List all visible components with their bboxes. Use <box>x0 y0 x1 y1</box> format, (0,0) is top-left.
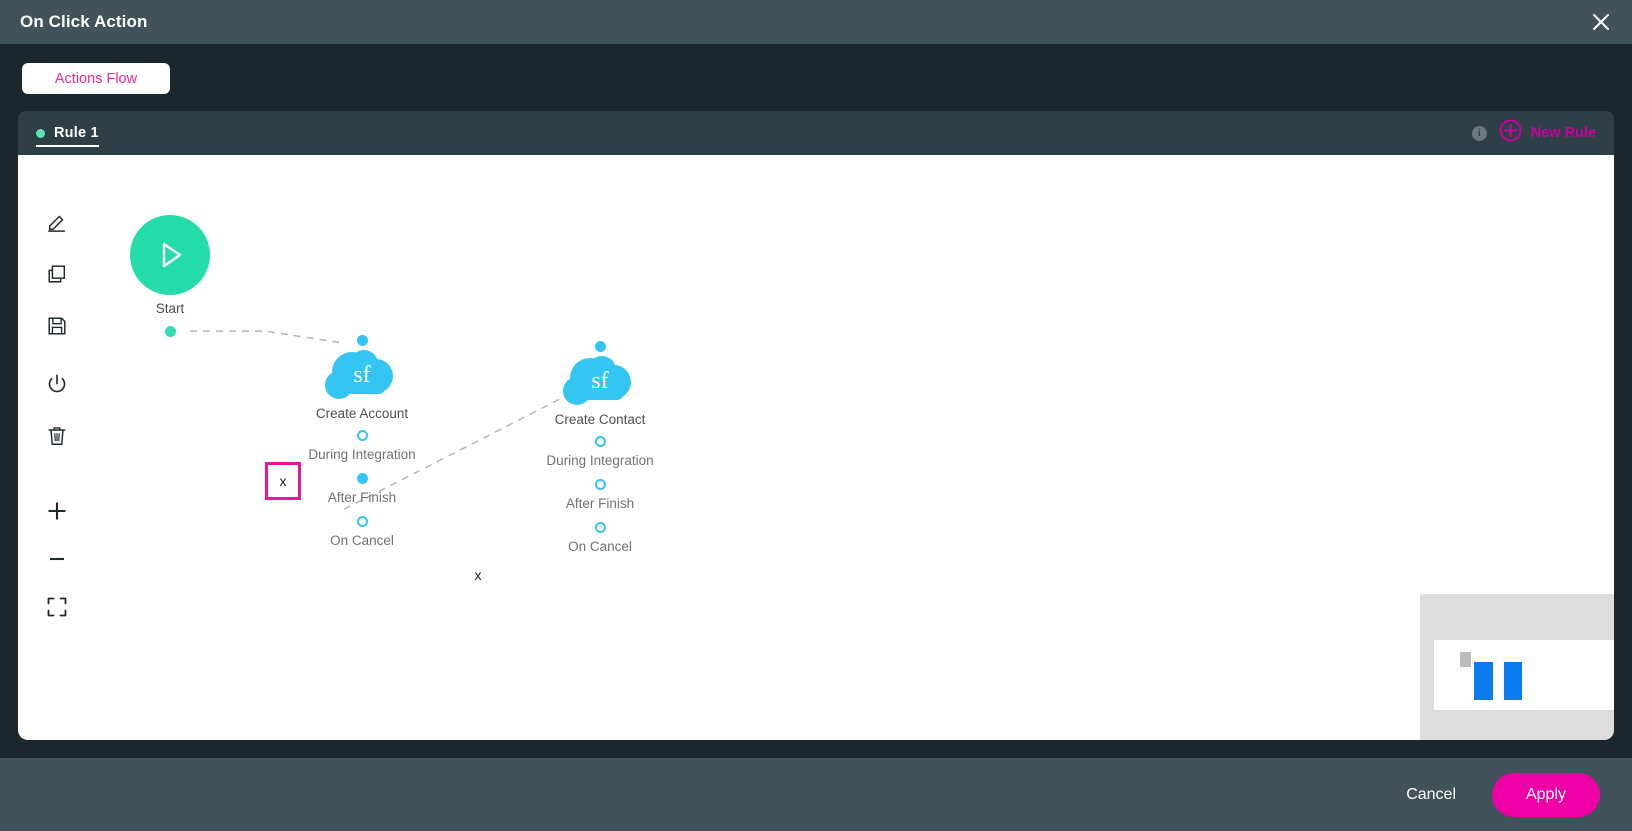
node-create-contact[interactable]: sf Create Contact During Integration Aft… <box>520 341 680 556</box>
svg-text:sf: sf <box>591 368 608 394</box>
port-dot[interactable] <box>594 436 606 447</box>
modal-footer: Cancel Apply <box>0 758 1632 831</box>
actions-flow-toolbar: Actions Flow <box>18 44 1614 94</box>
node-create-account-label: Create Account <box>315 406 409 421</box>
close-icon[interactable] <box>1586 7 1616 37</box>
port-label: After Finish <box>565 496 635 511</box>
rule-status-dot <box>36 128 45 138</box>
minimap-node-create-account <box>1474 662 1493 700</box>
plus-circle-icon <box>1499 119 1522 147</box>
node-create-account[interactable]: sf Create Account During Integration Aft… <box>282 335 442 550</box>
input-port-dot[interactable] <box>594 341 606 352</box>
node-create-contact-label: Create Contact <box>554 412 646 427</box>
play-icon[interactable] <box>130 215 210 295</box>
info-icon[interactable]: i <box>1471 125 1487 141</box>
svg-text:sf: sf <box>353 362 370 388</box>
node-create-account-input-port[interactable] <box>282 335 442 346</box>
salesforce-cloud-icon[interactable]: sf <box>282 348 442 404</box>
node-start[interactable]: Start <box>130 215 210 337</box>
flow-connectors <box>190 330 579 510</box>
tab-rule-1[interactable]: Rule 1 <box>18 111 111 155</box>
port-after-finish-account[interactable]: After Finish <box>282 473 442 507</box>
input-port-dot[interactable] <box>356 335 368 346</box>
flow-canvas[interactable]: Start x x sf Create Account During Integ… <box>18 155 1614 740</box>
port-label: During Integration <box>546 453 654 468</box>
apply-button[interactable]: Apply <box>1492 772 1600 817</box>
on-click-action-modal: On Click Action Actions Flow Rule 1 i Ne… <box>0 0 1632 831</box>
port-dot[interactable] <box>594 522 606 533</box>
port-label: After Finish <box>327 490 397 505</box>
node-start-output-port[interactable] <box>164 326 176 337</box>
port-dot[interactable] <box>356 430 368 441</box>
rule-tab-label: Rule 1 <box>54 125 99 141</box>
cancel-button[interactable]: Cancel <box>1392 778 1470 812</box>
new-rule-button[interactable]: New Rule <box>1499 119 1600 147</box>
node-start-label: Start <box>155 301 185 316</box>
modal-body: Actions Flow Rule 1 i New Rule Start x x… <box>0 44 1632 758</box>
rule-bar-actions: i New Rule <box>1471 119 1600 147</box>
port-label: On Cancel <box>330 533 394 548</box>
port-during-integration-account[interactable]: During Integration <box>282 430 442 464</box>
port-dot[interactable] <box>356 516 368 527</box>
minimap-node-start <box>1460 652 1471 667</box>
minimap[interactable] <box>1420 594 1614 740</box>
port-label: During Integration <box>308 447 416 462</box>
port-dot[interactable] <box>594 479 606 490</box>
new-rule-label: New Rule <box>1530 125 1596 141</box>
minimap-viewport[interactable] <box>1434 640 1614 710</box>
delete-link-create-account-to-create-contact[interactable]: x <box>470 567 486 583</box>
port-dot[interactable] <box>356 473 368 484</box>
modal-titlebar: On Click Action <box>0 0 1632 44</box>
salesforce-cloud-icon[interactable]: sf <box>520 354 680 410</box>
minimap-node-create-contact <box>1504 662 1522 700</box>
port-on-cancel-contact[interactable]: On Cancel <box>520 522 680 556</box>
rule-tab-bar: Rule 1 i New Rule <box>18 111 1614 155</box>
flow-graph: Start x x sf Create Account During Integ… <box>18 155 1614 740</box>
node-create-contact-input-port[interactable] <box>520 341 680 352</box>
port-on-cancel-account[interactable]: On Cancel <box>282 516 442 550</box>
port-label: On Cancel <box>568 539 632 554</box>
active-tab-underline <box>36 145 99 147</box>
page-title: On Click Action <box>20 12 148 31</box>
port-during-integration-contact[interactable]: During Integration <box>520 436 680 470</box>
actions-flow-button[interactable]: Actions Flow <box>22 63 170 94</box>
port-after-finish-contact[interactable]: After Finish <box>520 479 680 513</box>
